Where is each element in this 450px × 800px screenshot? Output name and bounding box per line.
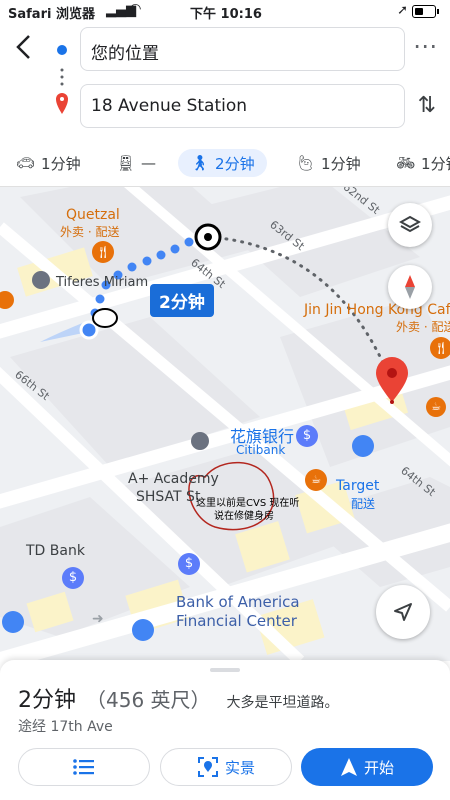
status-carrier: Safari 浏览器 <box>8 7 95 22</box>
shopping-icon[interactable] <box>352 435 374 457</box>
layers-icon <box>399 215 421 233</box>
route-time-bubble: 2分钟 <box>150 284 214 317</box>
poi-quetzal-sub: 外卖 · 配送 <box>60 225 120 239</box>
school-icon[interactable] <box>32 271 50 289</box>
poi-jinjin[interactable]: Jin Jin Hong Kong Cafe <box>304 302 450 318</box>
route-connector-icon <box>55 43 69 114</box>
tab-walk[interactable]: 🚶︎ 2分钟 <box>178 149 267 177</box>
live-view-button[interactable]: 实景 <box>160 748 292 786</box>
tab-bike[interactable]: 🚲︎1分钟 <box>396 149 450 177</box>
restaurant-icon[interactable]: 🍴︎ <box>92 241 114 263</box>
poi-target[interactable]: Target <box>336 478 379 494</box>
bike-icon: 🚲︎ <box>396 154 416 172</box>
compass-button[interactable] <box>388 265 432 309</box>
destination-text: 18 Avenue Station <box>91 96 248 116</box>
poi-quetzal[interactable]: Quetzal <box>66 207 120 223</box>
tab-transit[interactable]: 🚆︎ — <box>116 149 156 177</box>
summary-time: 2分钟 <box>18 688 76 713</box>
annotation-line-2: 说在修健身房 <box>214 511 274 522</box>
poi-boa-2: Financial Center <box>176 612 297 630</box>
map-streets: ➜ <box>0 187 450 661</box>
list-icon <box>73 759 94 775</box>
travel-mode-tabs: 🚗︎1分钟 🚆︎— 🚶︎2分钟 🙋︎1分钟 🚲︎1分钟 <box>0 140 450 187</box>
wifi-icon: ◠ <box>130 1 141 17</box>
my-location-button[interactable] <box>376 585 430 639</box>
poi-target-sub: 配送 <box>351 497 376 511</box>
route-summary-panel: 2分钟 （456 英尺） 大多是平坦道路。 途经 17th Ave 实景 开始 <box>0 660 450 800</box>
start-label: 开始 <box>363 758 394 777</box>
drag-handle[interactable] <box>210 668 240 672</box>
location-arrow-icon: ➚ <box>397 3 408 18</box>
poi-boa-1[interactable]: Bank of America <box>176 593 300 611</box>
poi-academy-2: SHSAT St <box>136 489 201 505</box>
bank-icon[interactable]: $ <box>296 425 318 447</box>
ride-icon: 🙋︎ <box>296 154 316 172</box>
compass-icon <box>405 275 415 299</box>
walk-icon: 🚶︎ <box>190 154 210 172</box>
cafe-icon[interactable]: ☕︎ <box>426 397 446 417</box>
steps-button[interactable] <box>18 748 150 786</box>
bank-icon[interactable]: $ <box>62 567 84 589</box>
navigation-arrow-icon <box>394 603 412 621</box>
status-time: 下午 10:16 <box>190 7 262 22</box>
navigation-icon <box>340 758 357 776</box>
restaurant-icon[interactable]: 🍴︎ <box>430 337 450 359</box>
summary-note: 大多是平坦道路。 <box>226 695 339 711</box>
poi-citibank: Citibank <box>236 443 286 457</box>
tab-ride[interactable]: 🙋︎ 1分钟 <box>296 149 361 177</box>
origin-field[interactable]: 您的位置 <box>80 27 405 71</box>
poi-jinjin-sub: 外卖 · 配送 <box>396 320 450 334</box>
poi-academy-1[interactable]: A+ Academy <box>128 471 219 487</box>
destination-field[interactable]: 18 Avenue Station <box>80 84 405 128</box>
status-bar: Safari 浏览器 ▂▄▆ ◠ 下午 10:16 ➚ <box>0 0 450 22</box>
svg-text:➜: ➜ <box>92 611 104 627</box>
start-button[interactable]: 开始 <box>301 748 433 786</box>
car-icon: 🚗︎ <box>16 154 36 172</box>
layers-button[interactable] <box>388 203 432 247</box>
live-view-icon <box>197 757 218 777</box>
live-view-label: 实景 <box>224 758 255 777</box>
summary-distance: （456 英尺） <box>86 688 211 712</box>
train-icon: 🚆︎ <box>116 154 136 172</box>
poi-tiferes[interactable]: Tiferes Miriam <box>56 275 148 290</box>
place-pin-icon[interactable] <box>191 432 209 450</box>
shopping-icon[interactable] <box>132 619 154 641</box>
cafe-icon[interactable]: ☕︎ <box>305 469 327 491</box>
bank-icon[interactable]: $ <box>178 553 200 575</box>
poi-td-bank[interactable]: TD Bank <box>26 543 85 559</box>
origin-text: 您的位置 <box>91 44 159 64</box>
tab-drive[interactable]: 🚗︎ 1分钟 <box>16 149 81 177</box>
summary-via: 途经 17th Ave <box>18 719 113 735</box>
map-view[interactable]: ➜ 62nd St 63rd St 64th St 64th St 66th S… <box>0 187 450 661</box>
route-summary-line: 2分钟 （456 英尺） 大多是平坦道路。 <box>18 682 339 714</box>
chevron-left-icon <box>16 35 30 59</box>
back-button[interactable] <box>14 34 34 66</box>
shopping-icon[interactable] <box>2 611 24 633</box>
battery-icon <box>412 5 436 18</box>
more-options-icon[interactable]: ⋯ <box>413 32 438 60</box>
swap-icon[interactable]: ⇅ <box>418 93 436 118</box>
